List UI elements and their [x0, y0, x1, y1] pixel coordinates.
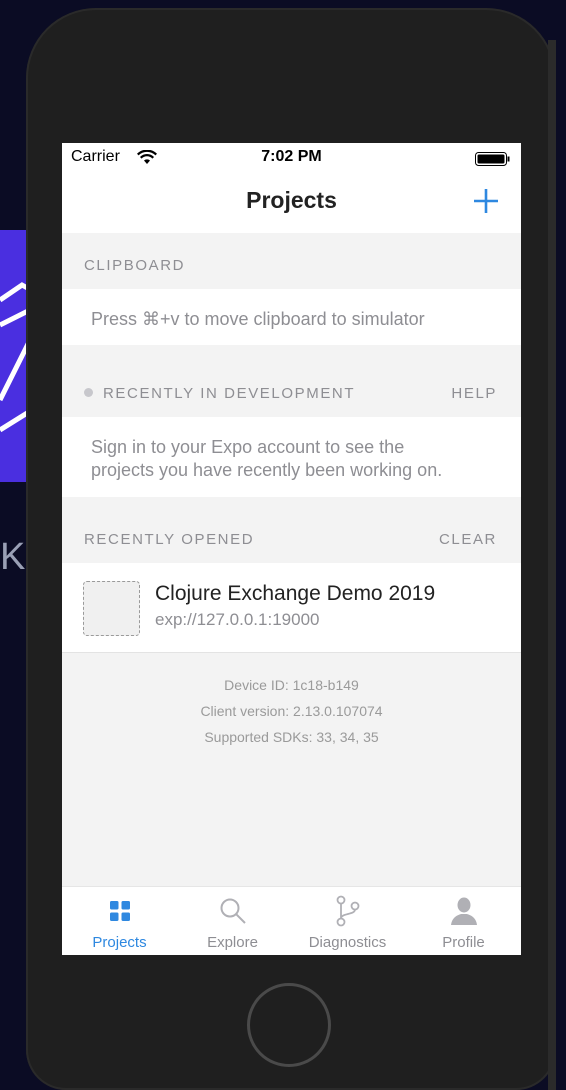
- status-bar: Carrier 7:02 PM: [62, 143, 521, 171]
- battery-icon: [475, 152, 510, 166]
- tab-bar: Projects Explore Diagnostics Profile: [62, 886, 521, 955]
- clipboard-cell[interactable]: Press ⌘+v to move clipboard to simulator: [62, 289, 521, 345]
- recent-dev-header-label: RECENTLY IN DEVELOPMENT: [84, 385, 355, 402]
- tab-profile[interactable]: Profile: [406, 887, 521, 955]
- navigation-bar: Projects: [62, 171, 521, 233]
- status-dot-icon: [84, 388, 93, 397]
- project-title: Clojure Exchange Demo 2019: [155, 582, 436, 605]
- background-letter: K: [0, 536, 26, 578]
- plus-icon: [474, 189, 498, 213]
- grid-icon: [109, 901, 130, 921]
- tab-diagnostics[interactable]: Diagnostics: [290, 887, 405, 955]
- recent-opened-section-header: RECENTLY OPENED CLEAR: [62, 497, 521, 563]
- recent-dev-cell: Sign in to your Expo account to see the …: [62, 417, 521, 497]
- help-link[interactable]: HELP: [451, 385, 497, 402]
- supported-sdks: Supported SDKs: 33, 34, 35: [204, 729, 379, 745]
- project-list-item[interactable]: Clojure Exchange Demo 2019 exp://127.0.0…: [62, 563, 521, 653]
- page-title: Projects: [246, 187, 337, 213]
- tab-explore[interactable]: Explore: [175, 887, 290, 955]
- device-info: Device ID: 1c18-b149 Client version: 2.1…: [62, 672, 521, 750]
- recent-dev-message-line1: Sign in to your Expo account to see the: [91, 437, 405, 457]
- recent-dev-message-line2: projects you have recently been working …: [91, 460, 443, 480]
- clipboard-header-label: CLIPBOARD: [84, 257, 186, 274]
- clipboard-section-header: CLIPBOARD: [62, 233, 521, 289]
- device-id: Device ID: 1c18-b149: [224, 677, 359, 693]
- tab-explore-label: Explore: [207, 934, 258, 951]
- branch-icon: [336, 895, 359, 927]
- home-button[interactable]: [247, 983, 331, 1067]
- tab-profile-label: Profile: [442, 934, 485, 951]
- recent-opened-header-label: RECENTLY OPENED: [84, 531, 255, 548]
- tab-diagnostics-label: Diagnostics: [308, 934, 387, 951]
- project-url: exp://127.0.0.1:19000: [155, 610, 320, 629]
- user-icon: [450, 897, 477, 925]
- recent-dev-section-header: RECENTLY IN DEVELOPMENT HELP: [62, 345, 521, 417]
- add-project-button[interactable]: [468, 183, 504, 219]
- clear-button[interactable]: CLEAR: [439, 531, 497, 548]
- tab-projects[interactable]: Projects: [62, 887, 177, 955]
- clipboard-message: Press ⌘+v to move clipboard to simulator: [91, 309, 425, 329]
- search-icon: [220, 898, 246, 924]
- simulator-screen: Carrier 7:02 PM Projects CLIPBOARD Press…: [62, 143, 521, 955]
- project-thumbnail: [83, 581, 140, 636]
- client-version: Client version: 2.13.0.107074: [200, 703, 383, 719]
- phone-side-edge: [548, 40, 556, 1090]
- status-time: 7:02 PM: [261, 148, 322, 165]
- tab-projects-label: Projects: [92, 934, 147, 951]
